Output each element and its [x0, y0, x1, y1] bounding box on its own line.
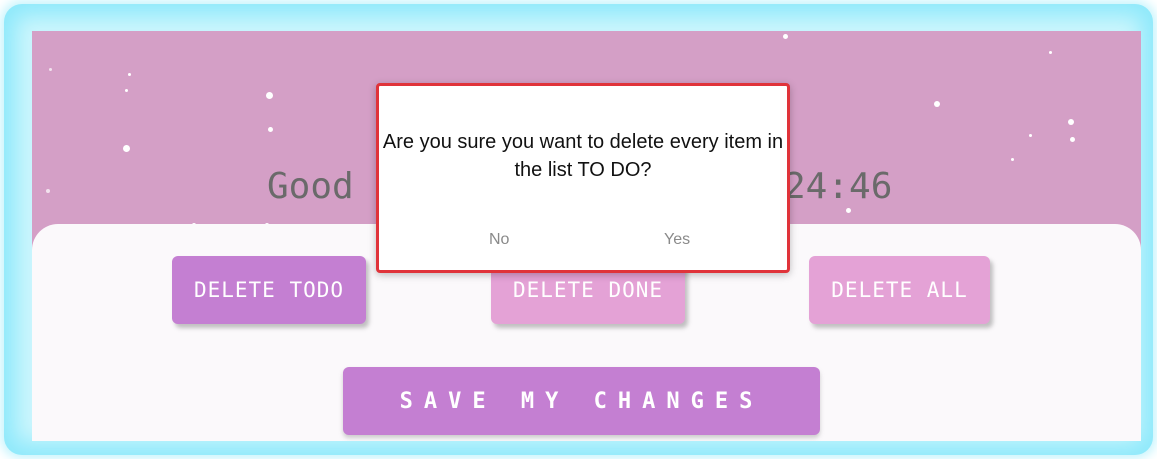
dialog-yes-button[interactable]: Yes	[656, 227, 698, 253]
confirm-delete-dialog: Are you sure you want to delete every it…	[376, 83, 790, 273]
star-decoration	[934, 101, 940, 107]
save-changes-button[interactable]: SAVE MY CHANGES	[343, 367, 820, 435]
star-decoration	[266, 92, 273, 99]
star-decoration	[1011, 158, 1014, 161]
delete-all-button[interactable]: DELETE ALL	[809, 256, 990, 324]
star-decoration	[1049, 51, 1052, 54]
star-decoration	[1029, 134, 1032, 137]
clock-text: 24:46	[784, 166, 893, 207]
star-decoration	[268, 127, 273, 132]
star-decoration	[46, 189, 50, 193]
greeting-text: Good	[267, 166, 354, 207]
star-decoration	[125, 89, 128, 92]
dialog-message: Are you sure you want to delete every it…	[382, 131, 784, 181]
star-decoration	[49, 68, 52, 71]
star-decoration	[1068, 119, 1074, 125]
star-decoration	[128, 73, 131, 76]
star-decoration	[1070, 137, 1075, 142]
dialog-no-button[interactable]: No	[481, 227, 517, 253]
delete-todo-button[interactable]: DELETE TODO	[172, 256, 366, 324]
star-decoration	[123, 145, 130, 152]
star-decoration	[783, 34, 788, 39]
